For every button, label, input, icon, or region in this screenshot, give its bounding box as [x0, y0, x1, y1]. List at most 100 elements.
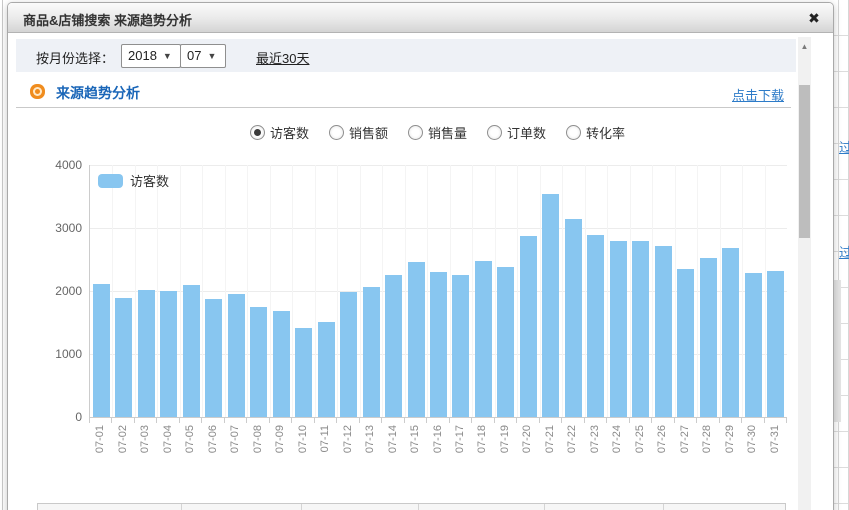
bar-07-04: [160, 291, 177, 417]
gridline: [607, 165, 608, 417]
x-tick-label: 07-10: [296, 425, 310, 469]
bar-07-02: [115, 298, 132, 417]
x-tick: [696, 418, 697, 423]
x-tick-label: 07-07: [228, 425, 242, 469]
x-tick: [134, 418, 135, 423]
x-tick-label: 07-13: [363, 425, 377, 469]
metric-radio-0[interactable]: 访客数: [250, 122, 309, 142]
table-header-4[interactable]: 订单数: [545, 504, 664, 510]
table-header-2[interactable]: 销售额: [302, 504, 419, 510]
y-tick-label: 0: [8, 410, 82, 424]
x-tick-label: 07-27: [678, 425, 692, 469]
x-tick-label: 07-25: [633, 425, 647, 469]
gridline: [720, 165, 721, 417]
bar-07-01: [93, 284, 110, 417]
y-tick-label: 2000: [8, 284, 82, 298]
x-tick: [359, 418, 360, 423]
metric-radio-2[interactable]: 销售量: [408, 122, 467, 142]
section-bullet-icon: [35, 89, 40, 94]
download-link[interactable]: 点击下载: [732, 85, 784, 104]
legend-label: 访客数: [130, 171, 169, 190]
x-tick-label: 07-24: [610, 425, 624, 469]
x-tick: [404, 418, 405, 423]
dialog-titlebar: 商品&店铺搜索 来源趋势分析 ✖: [8, 3, 833, 33]
x-tick: [381, 418, 382, 423]
month-select-value: 07: [187, 48, 201, 63]
bar-07-03: [138, 290, 155, 417]
gridline: [562, 165, 563, 417]
gridline: [630, 165, 631, 417]
x-tick-label: 07-31: [768, 425, 782, 469]
x-tick: [449, 418, 450, 423]
dialog-body: 按月份选择： 2018▼ 07▼ 最近30天 来源趋势分析 点击下载 访客数销售…: [8, 33, 831, 510]
x-tick: [179, 418, 180, 423]
x-tick: [89, 418, 90, 423]
month-select[interactable]: 07▼: [180, 44, 226, 68]
gridline: [742, 165, 743, 417]
vertical-scrollbar[interactable]: ▲ ▼: [798, 37, 811, 510]
table-header-0[interactable]: 日期: [38, 504, 182, 510]
radio-unchecked-icon: [566, 125, 581, 140]
bar-07-07: [228, 294, 245, 417]
radio-unchecked-icon: [408, 125, 423, 140]
table-header-3[interactable]: 销售量: [419, 504, 545, 510]
x-tick-label: 07-15: [408, 425, 422, 469]
background-link-fragment[interactable]: 过: [839, 246, 849, 259]
gridline: [202, 165, 203, 417]
gridline: [315, 165, 316, 417]
scroll-up-icon[interactable]: ▲: [798, 40, 811, 54]
month-filter-bar: 按月份选择： 2018▼ 07▼ 最近30天: [16, 39, 796, 72]
background-link-fragment[interactable]: 过: [839, 141, 849, 154]
recent-30-days-link[interactable]: 最近30天: [256, 48, 309, 67]
x-tick-label: 07-03: [138, 425, 152, 469]
screen: 过 过 商品&店铺搜索 来源趋势分析 ✖ 按月份选择： 2018▼ 07▼ 最近…: [0, 0, 849, 510]
x-tick-label: 07-04: [161, 425, 175, 469]
gridline: [450, 165, 451, 417]
gridline: [157, 165, 158, 417]
gridline: [292, 165, 293, 417]
x-tick: [651, 418, 652, 423]
y-axis-labels: 01000200030004000: [8, 161, 82, 421]
bar-07-24: [610, 241, 627, 417]
x-tick: [494, 418, 495, 423]
x-tick-label: 07-26: [655, 425, 669, 469]
y-tick-label: 1000: [8, 347, 82, 361]
x-tick-label: 07-21: [543, 425, 557, 469]
gridline: [247, 165, 248, 417]
table-header-1[interactable]: 访客数: [182, 504, 302, 510]
bar-07-17: [452, 275, 469, 417]
bar-07-21: [542, 194, 559, 417]
metric-radio-1[interactable]: 销售额: [329, 122, 388, 142]
metric-radio-3[interactable]: 订单数: [487, 122, 546, 142]
x-tick-label: 07-19: [498, 425, 512, 469]
x-tick-label: 07-17: [453, 425, 467, 469]
year-select-value: 2018: [128, 48, 157, 63]
gridline: [90, 228, 787, 229]
bar-07-09: [273, 311, 290, 417]
month-filter-label: 按月份选择：: [36, 48, 114, 67]
x-tick: [786, 418, 787, 423]
background-page-edge: [2, 0, 3, 510]
chart-legend[interactable]: 访客数: [98, 171, 169, 190]
bar-07-26: [655, 246, 672, 417]
x-tick: [471, 418, 472, 423]
year-select[interactable]: 2018▼: [121, 44, 181, 68]
table-header-5[interactable]: 转化率: [664, 504, 785, 510]
x-tick: [764, 418, 765, 423]
scrollbar-thumb[interactable]: [799, 85, 810, 238]
y-tick-label: 3000: [8, 221, 82, 235]
x-tick-label: 07-14: [386, 425, 400, 469]
gridline: [180, 165, 181, 417]
x-tick-label: 07-18: [475, 425, 489, 469]
x-tick: [426, 418, 427, 423]
bar-07-22: [565, 219, 582, 417]
x-tick-label: 07-20: [520, 425, 534, 469]
gridline: [540, 165, 541, 417]
bar-07-29: [722, 248, 739, 417]
bar-07-30: [745, 273, 762, 417]
radio-checked-icon: [250, 125, 265, 140]
metric-radio-4[interactable]: 转化率: [566, 122, 625, 142]
x-tick: [336, 418, 337, 423]
close-icon[interactable]: ✖: [804, 8, 824, 28]
x-tick-label: 07-06: [206, 425, 220, 469]
